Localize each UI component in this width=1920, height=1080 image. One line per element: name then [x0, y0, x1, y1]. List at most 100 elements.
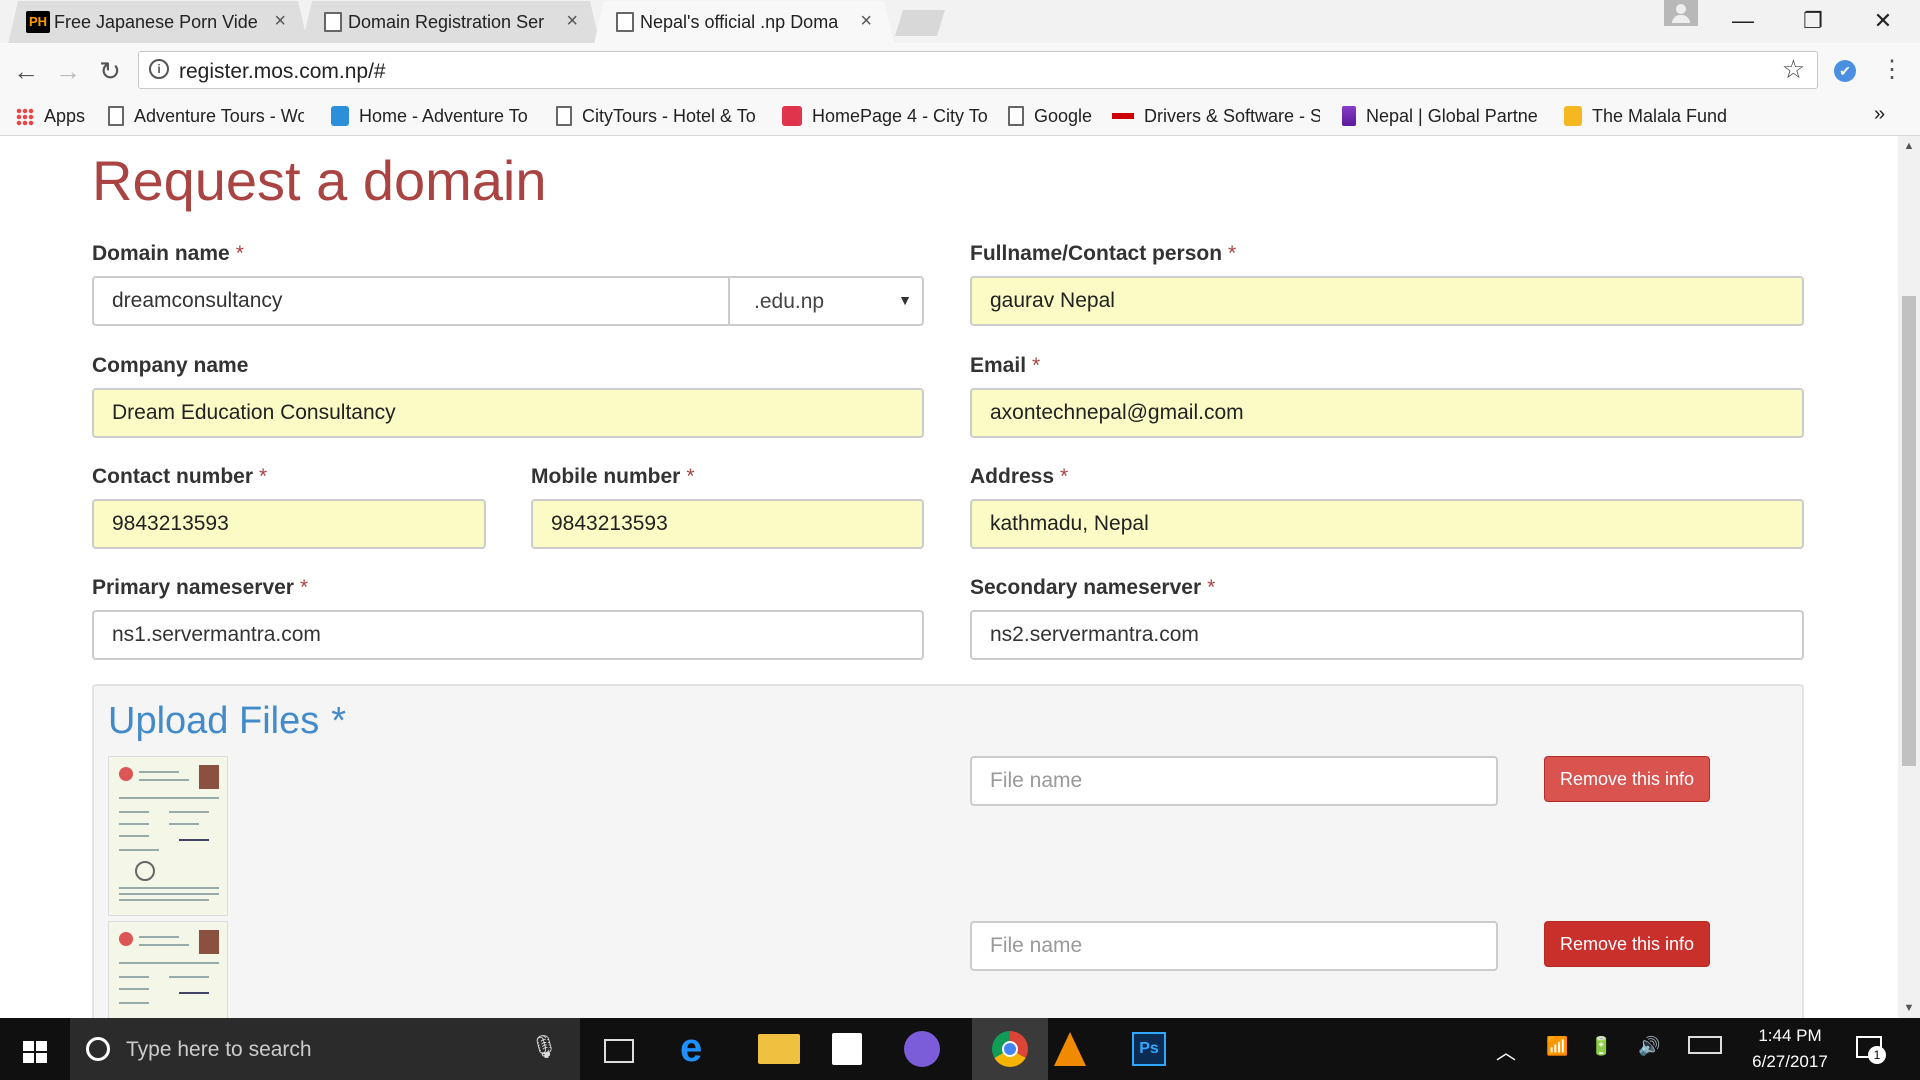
remove-info-button[interactable]: Remove this info: [1544, 756, 1710, 802]
tab-close-icon[interactable]: ×: [860, 10, 872, 33]
tab-title: Nepal's official .np Doma: [640, 12, 839, 32]
minimize-button[interactable]: —: [1708, 0, 1778, 43]
bookmark-home-adventure[interactable]: Home - Adventure To: [331, 106, 534, 128]
profile-avatar-icon[interactable]: [1664, 0, 1698, 26]
company-name-input[interactable]: [92, 388, 924, 438]
bookmark-adventure-tours[interactable]: Adventure Tours - Wo: [108, 106, 304, 128]
tab-title: Domain Registration Ser: [348, 12, 545, 32]
address-input[interactable]: [970, 499, 1804, 549]
adventure-tours-icon: [331, 106, 349, 126]
viber-icon[interactable]: [904, 1031, 940, 1067]
notification-count-badge: 1: [1868, 1046, 1886, 1064]
bookmark-citytours[interactable]: CityTours - Hotel & To: [556, 106, 758, 128]
menu-kebab-icon[interactable]: ⋮: [1880, 55, 1904, 84]
action-center-icon[interactable]: 1: [1856, 1036, 1886, 1064]
tld-select[interactable]: .edu.np ▼: [728, 276, 924, 326]
tab-1[interactable]: PH Free Japanese Porn Vide ×: [8, 1, 308, 43]
microphone-icon[interactable]: 🎙: [530, 1034, 558, 1060]
site-info-icon[interactable]: i: [149, 59, 169, 79]
tab-title: Free Japanese Porn Vide: [54, 12, 258, 32]
cortana-circle-icon: [86, 1037, 110, 1061]
page-icon: [108, 106, 124, 126]
extension-check-icon[interactable]: ✔: [1834, 60, 1856, 82]
show-hidden-icons-chevron-icon[interactable]: ︿: [1496, 1036, 1516, 1065]
file-name-input[interactable]: [970, 756, 1498, 806]
caret-down-icon: ▼: [898, 292, 912, 308]
bookmark-star-icon[interactable]: ☆: [1782, 54, 1805, 85]
new-tab-button[interactable]: [895, 10, 945, 36]
page-icon: [1008, 106, 1024, 126]
browser-toolbar: ← → ↻ i register.mos.com.np/# ☆ ✔ ⋮: [0, 43, 1920, 99]
photoshop-icon[interactable]: Ps: [1132, 1032, 1166, 1066]
wifi-icon[interactable]: 📶: [1546, 1036, 1568, 1057]
global-partner-icon: [1342, 106, 1356, 126]
bookmark-nepal-global[interactable]: Nepal | Global Partne: [1342, 106, 1542, 128]
taskbar-search-box[interactable]: Type here to search 🎙: [70, 1018, 580, 1080]
battery-icon[interactable]: 🔋: [1590, 1036, 1612, 1057]
uploaded-file-thumbnail: [108, 756, 228, 916]
page-content: Request a domain Domain name* .edu.np ▼ …: [0, 136, 1898, 1018]
file-name-input[interactable]: [970, 921, 1498, 971]
page-icon: [324, 12, 342, 32]
task-view-icon[interactable]: [604, 1039, 634, 1063]
secondary-nameserver-input[interactable]: [970, 610, 1804, 660]
address-bar[interactable]: i register.mos.com.np/# ☆: [138, 51, 1818, 89]
bookmarks-bar: Apps Adventure Tours - Wo Home - Adventu…: [0, 99, 1920, 136]
tld-selected-value: .edu.np: [754, 290, 825, 313]
file-explorer-icon[interactable]: [758, 1034, 800, 1064]
email-input[interactable]: [970, 388, 1804, 438]
bookmark-drivers-software[interactable]: Drivers & Software - S: [1112, 106, 1320, 128]
email-label: Email *: [970, 354, 1041, 377]
tab-close-icon[interactable]: ×: [566, 10, 578, 33]
scroll-up-arrow-icon[interactable]: ▲: [1902, 140, 1916, 152]
clock-date[interactable]: 6/27/2017: [1740, 1052, 1840, 1072]
url-text: register.mos.com.np/#: [179, 60, 386, 83]
reload-icon[interactable]: ↻: [92, 53, 128, 89]
scrollbar-thumb[interactable]: [1902, 296, 1916, 766]
back-arrow-icon[interactable]: ←: [8, 53, 44, 89]
chrome-icon: [992, 1031, 1028, 1067]
search-placeholder: Type here to search: [126, 1038, 312, 1061]
apps-grid-icon: [16, 108, 34, 126]
page-icon: [616, 12, 634, 32]
domain-name-input[interactable]: [92, 276, 730, 326]
address-label: Address *: [970, 465, 1069, 488]
required-asterisk: *: [235, 242, 244, 265]
forward-arrow-icon[interactable]: →: [50, 53, 86, 89]
fullname-input[interactable]: [970, 276, 1804, 326]
upload-panel: [92, 684, 1804, 1018]
bookmark-malala-fund[interactable]: The Malala Fund: [1564, 106, 1727, 128]
tab-3-active[interactable]: Nepal's official .np Doma ×: [594, 1, 894, 43]
restore-button[interactable]: ❐: [1778, 0, 1848, 43]
edge-browser-icon[interactable]: e: [680, 1028, 722, 1070]
contact-number-input[interactable]: [92, 499, 486, 549]
remove-info-button[interactable]: Remove this info: [1544, 921, 1710, 967]
keyboard-icon[interactable]: [1688, 1036, 1722, 1054]
chrome-taskbar-button[interactable]: [972, 1018, 1048, 1080]
scroll-down-arrow-icon[interactable]: ▼: [1902, 1002, 1916, 1014]
close-window-button[interactable]: ✕: [1848, 0, 1918, 43]
page-title: Request a domain: [92, 149, 547, 212]
start-button[interactable]: [0, 1018, 70, 1080]
clock-time[interactable]: 1:44 PM: [1740, 1026, 1840, 1046]
canon-icon: [1112, 113, 1134, 119]
bookmark-homepage4[interactable]: HomePage 4 - City To: [782, 106, 988, 128]
mobile-number-input[interactable]: [531, 499, 924, 549]
citytours-icon: [782, 106, 802, 126]
domain-name-label: Domain name *: [92, 242, 244, 265]
contact-number-label: Contact number *: [92, 465, 268, 488]
store-icon[interactable]: [832, 1033, 862, 1065]
tab-2[interactable]: Domain Registration Ser ×: [302, 1, 600, 43]
tab-close-icon[interactable]: ×: [274, 10, 286, 33]
vlc-icon[interactable]: [1054, 1032, 1086, 1066]
bookmarks-overflow-chevron-icon[interactable]: »: [1874, 103, 1885, 125]
primary-nameserver-input[interactable]: [92, 610, 924, 660]
bookmark-apps[interactable]: Apps: [16, 106, 85, 128]
volume-icon[interactable]: 🔊: [1638, 1036, 1660, 1057]
bookmark-google[interactable]: Google: [1008, 106, 1092, 128]
page-scrollbar[interactable]: ▲ ▼: [1898, 136, 1920, 1018]
ph-favicon-icon: PH: [26, 11, 50, 33]
uploaded-file-thumbnail: [108, 921, 228, 1018]
primary-nameserver-label: Primary nameserver *: [92, 576, 309, 599]
windows-taskbar: Type here to search 🎙 e Ps ︿ 📶 🔋 🔊 1:44 …: [0, 1018, 1920, 1080]
